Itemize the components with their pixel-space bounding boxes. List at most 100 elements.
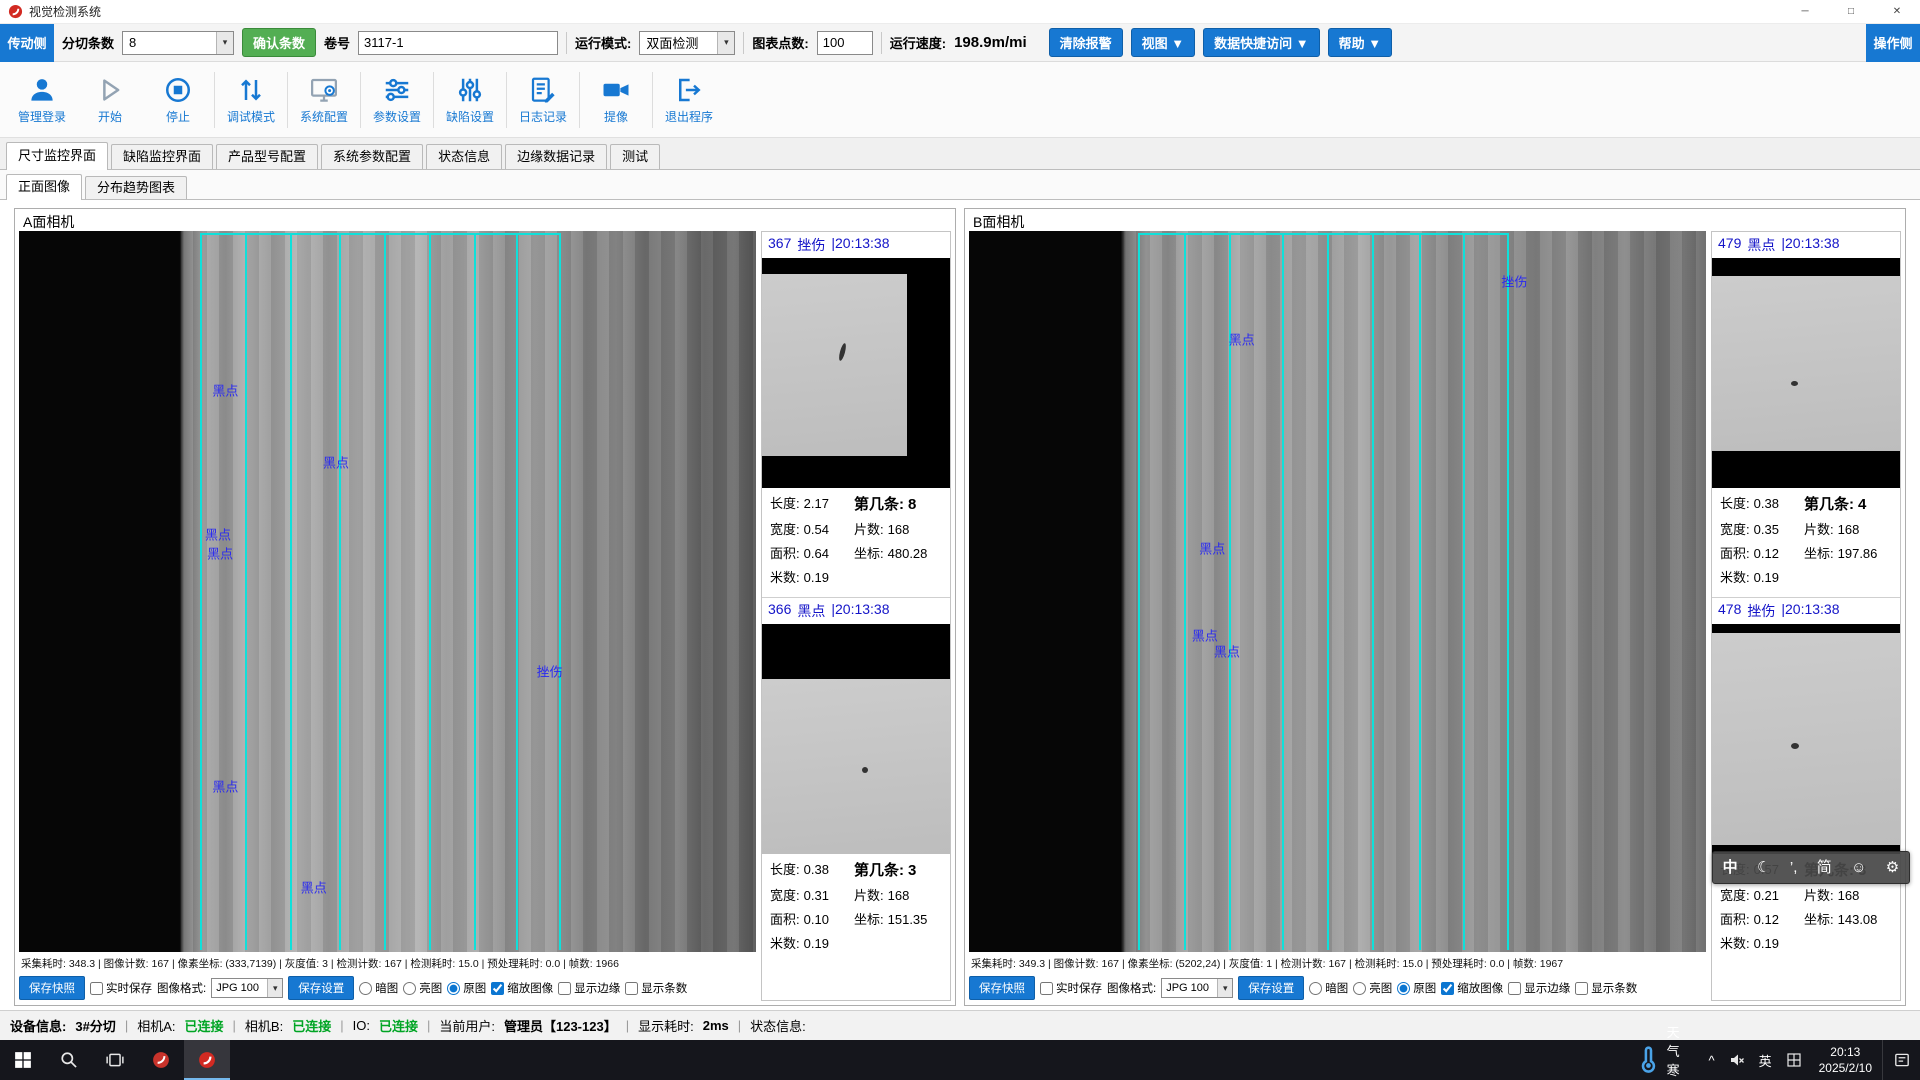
tab-size-monitor[interactable]: 尺寸监控界面 bbox=[6, 142, 108, 170]
maximize-button[interactable]: □ bbox=[1828, 0, 1874, 23]
task-view-button[interactable] bbox=[92, 1040, 138, 1080]
drive-side-button[interactable]: 传动侧 bbox=[0, 24, 54, 62]
bright-image-radio-input[interactable] bbox=[403, 982, 416, 995]
dark-image-radio-input[interactable] bbox=[359, 982, 372, 995]
image-format-select[interactable]: JPG 100▾ bbox=[1161, 978, 1233, 998]
defect-card-header[interactable]: 478 挫伤 |20:13:38 bbox=[1712, 598, 1900, 624]
operator-side-button[interactable]: 操作侧 bbox=[1866, 24, 1920, 62]
show-count-checkbox-input[interactable] bbox=[625, 982, 638, 995]
taskbar-active-app-icon[interactable] bbox=[184, 1040, 230, 1080]
log-record-button[interactable]: 日志记录 bbox=[509, 67, 577, 133]
image-format-select[interactable]: JPG 100▾ bbox=[211, 978, 283, 998]
tab-test[interactable]: 测试 bbox=[610, 144, 660, 169]
tab-front-image[interactable]: 正面图像 bbox=[6, 174, 82, 200]
show-edge-checkbox[interactable]: 显示边缘 bbox=[1508, 980, 1570, 996]
original-image-radio[interactable]: 原图 bbox=[1397, 980, 1436, 996]
start-button[interactable]: 开始 bbox=[76, 67, 144, 133]
dark-image-radio[interactable]: 暗图 bbox=[359, 980, 398, 996]
device-info-value: 3#分切 bbox=[75, 1016, 115, 1035]
clear-alarm-button[interactable]: 清除报警 bbox=[1049, 28, 1123, 57]
zoom-image-checkbox[interactable]: 缩放图像 bbox=[1441, 980, 1503, 996]
slit-count-select[interactable]: 8 ▾ bbox=[122, 31, 234, 55]
show-edge-checkbox-input[interactable] bbox=[558, 982, 571, 995]
realtime-save-checkbox-input[interactable] bbox=[1040, 982, 1053, 995]
system-config-button[interactable]: 系统配置 bbox=[290, 67, 358, 133]
stop-button[interactable]: 停止 bbox=[144, 67, 212, 133]
defect-thumbnail[interactable] bbox=[1712, 624, 1900, 854]
taskbar-weather[interactable]: 天气寒冷 bbox=[1624, 1040, 1701, 1080]
chart-points-input[interactable] bbox=[817, 31, 873, 55]
tab-status-info[interactable]: 状态信息 bbox=[426, 144, 502, 169]
show-edge-checkbox[interactable]: 显示边缘 bbox=[558, 980, 620, 996]
defect-card-header[interactable]: 479 黑点 |20:13:38 bbox=[1712, 232, 1900, 258]
defect-thumbnail[interactable] bbox=[762, 624, 950, 854]
realtime-save-checkbox-input[interactable] bbox=[90, 982, 103, 995]
defect-settings-button[interactable]: 缺陷设置 bbox=[436, 67, 504, 133]
taskbar-app-icon[interactable] bbox=[138, 1040, 184, 1080]
bright-image-radio-input[interactable] bbox=[1353, 982, 1366, 995]
data-quick-access-menu-button[interactable]: 数据快捷访问 ▼ bbox=[1203, 28, 1319, 57]
debug-mode-button[interactable]: 调试模式 bbox=[217, 67, 285, 133]
show-count-checkbox[interactable]: 显示条数 bbox=[1575, 980, 1637, 996]
tab-edge-data-record[interactable]: 边缘数据记录 bbox=[505, 144, 607, 169]
save-snapshot-button[interactable]: 保存快照 bbox=[969, 976, 1035, 1000]
bright-image-radio[interactable]: 亮图 bbox=[403, 980, 442, 996]
camera-b-image[interactable]: 挫伤 黑点 黑点 黑点 黑点 bbox=[969, 231, 1706, 952]
defect-card-header[interactable]: 366 黑点 |20:13:38 bbox=[762, 598, 950, 624]
tab-product-model-config[interactable]: 产品型号配置 bbox=[216, 144, 318, 169]
show-edge-checkbox-input[interactable] bbox=[1508, 982, 1521, 995]
bright-image-radio[interactable]: 亮图 bbox=[1353, 980, 1392, 996]
original-image-radio-input[interactable] bbox=[1397, 982, 1410, 995]
ime-chinese-mode-button[interactable]: 中 bbox=[1723, 860, 1738, 875]
save-settings-button[interactable]: 保存设置 bbox=[1238, 976, 1304, 1000]
action-center-button[interactable] bbox=[1882, 1040, 1920, 1080]
save-snapshot-button[interactable]: 保存快照 bbox=[19, 976, 85, 1000]
tray-chevron-up[interactable]: ^ bbox=[1701, 1040, 1721, 1080]
taskbar-search-button[interactable] bbox=[46, 1040, 92, 1080]
ime-punctuation-button[interactable]: ’, bbox=[1790, 860, 1798, 875]
exit-program-button[interactable]: 退出程序 bbox=[655, 67, 723, 133]
zoom-image-checkbox-input[interactable] bbox=[491, 982, 504, 995]
tab-defect-monitor[interactable]: 缺陷监控界面 bbox=[111, 144, 213, 169]
original-image-radio-input[interactable] bbox=[447, 982, 460, 995]
ime-mode-button[interactable] bbox=[1779, 1040, 1809, 1080]
zoom-image-checkbox-input[interactable] bbox=[1441, 982, 1454, 995]
defect-card-header[interactable]: 367 挫伤 |20:13:38 bbox=[762, 232, 950, 258]
show-count-checkbox-input[interactable] bbox=[1575, 982, 1588, 995]
realtime-save-checkbox[interactable]: 实时保存 bbox=[1040, 980, 1102, 996]
zoom-image-checkbox[interactable]: 缩放图像 bbox=[491, 980, 553, 996]
view-menu-button[interactable]: 视图 ▼ bbox=[1131, 28, 1195, 57]
ime-settings-gear-icon[interactable]: ⚙ bbox=[1886, 860, 1899, 875]
defect-thumbnail[interactable] bbox=[762, 258, 950, 488]
input-language-indicator[interactable]: 英 bbox=[1752, 1040, 1779, 1080]
dark-image-radio[interactable]: 暗图 bbox=[1309, 980, 1348, 996]
save-settings-button[interactable]: 保存设置 bbox=[288, 976, 354, 1000]
ime-emoji-button[interactable]: ☺ bbox=[1851, 860, 1866, 875]
ime-simplified-button[interactable]: 简 bbox=[1817, 860, 1832, 875]
start-menu-button[interactable] bbox=[0, 1040, 46, 1080]
volume-muted-button[interactable] bbox=[1722, 1040, 1752, 1080]
slit-count-label: 分切条数 bbox=[62, 33, 114, 52]
ime-fullwidth-moon-button[interactable]: ☾ bbox=[1757, 860, 1770, 875]
realtime-save-checkbox[interactable]: 实时保存 bbox=[90, 980, 152, 996]
tab-distribution-trend-chart[interactable]: 分布趋势图表 bbox=[85, 176, 187, 199]
minimize-button[interactable]: ─ bbox=[1782, 0, 1828, 23]
admin-login-button[interactable]: 管理登录 bbox=[8, 67, 76, 133]
toolbar-separator bbox=[881, 32, 882, 54]
tab-system-param-config[interactable]: 系统参数配置 bbox=[321, 144, 423, 169]
run-mode-select[interactable]: 双面检测 ▾ bbox=[639, 31, 735, 55]
close-button[interactable]: ✕ bbox=[1874, 0, 1920, 23]
taskbar-clock[interactable]: 20:13 2025/2/10 bbox=[1809, 1044, 1882, 1076]
capture-image-button[interactable]: 提像 bbox=[582, 67, 650, 133]
defect-thumbnail[interactable] bbox=[1712, 258, 1900, 488]
help-menu-button[interactable]: 帮助 ▼ bbox=[1328, 28, 1392, 57]
dark-image-radio-input[interactable] bbox=[1309, 982, 1322, 995]
camera-a-image[interactable]: 黑点 黑点 黑点 黑点 挫伤 黑点 黑点 bbox=[19, 231, 756, 952]
confirm-count-button[interactable]: 确认条数 bbox=[242, 28, 316, 57]
show-count-checkbox[interactable]: 显示条数 bbox=[625, 980, 687, 996]
parameter-settings-button[interactable]: 参数设置 bbox=[363, 67, 431, 133]
windows-logo-icon bbox=[14, 1051, 32, 1069]
roll-number-input[interactable] bbox=[358, 31, 558, 55]
original-image-radio[interactable]: 原图 bbox=[447, 980, 486, 996]
camera-b-status-label: 相机B: bbox=[245, 1016, 283, 1035]
